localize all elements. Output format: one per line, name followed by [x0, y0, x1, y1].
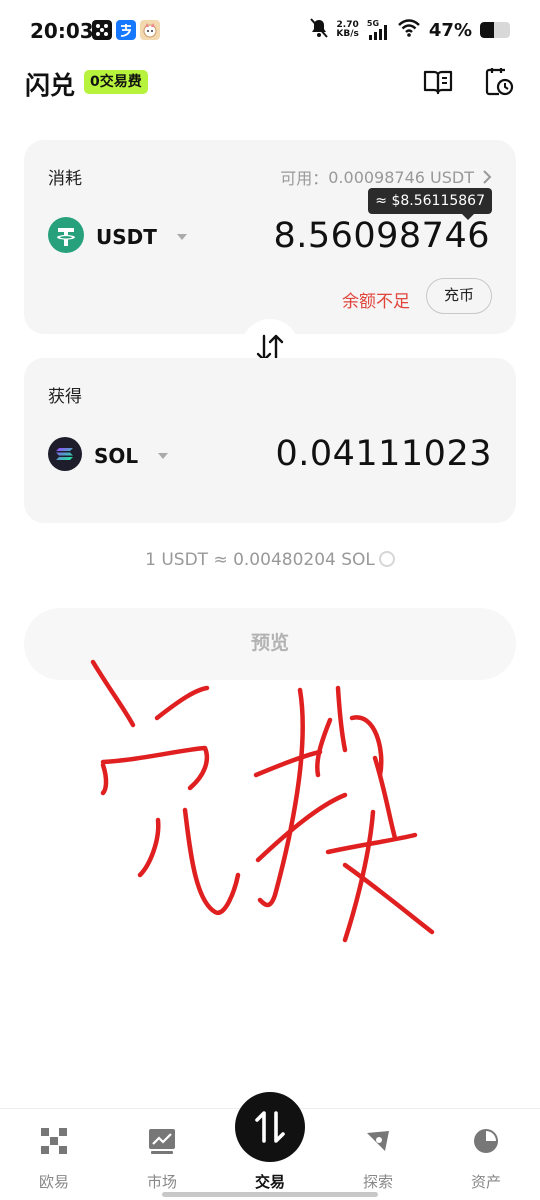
nav-label-assets: 资产: [470, 1173, 501, 1191]
pay-label: 消耗: [48, 169, 82, 189]
chevron-right-icon: [483, 170, 492, 184]
assets-pie-icon: [474, 1129, 498, 1153]
exchange-rate-text: 1 USDT ≈ 0.00480204 SOL: [145, 550, 375, 570]
receive-token-name: SOL: [94, 444, 139, 468]
pay-amount-input[interactable]: 8.56098746: [273, 216, 490, 256]
handwritten-annotation: [90, 659, 435, 943]
available-label: 可用：: [280, 169, 329, 188]
nav-label-okx: 欧易: [38, 1173, 69, 1191]
receive-label: 获得: [48, 387, 82, 407]
receive-card: 获得 SOL 0.04111023: [24, 358, 516, 523]
alipay-icon: [116, 20, 136, 40]
pay-token-selector[interactable]: USDT: [48, 217, 187, 257]
network-speed: 2.70 KB/s: [336, 20, 359, 39]
status-bar: 20:03 2.70 KB/s 5G 47%: [0, 0, 540, 60]
trade-swap-icon: [255, 1111, 285, 1143]
available-balance[interactable]: 可用： 0.00098746 USDT: [280, 165, 492, 189]
okx-logo-icon: [41, 1128, 67, 1154]
pay-token-name: USDT: [96, 225, 157, 249]
wifi-icon: [397, 18, 421, 42]
nav-item-okx[interactable]: 欧易: [0, 1109, 108, 1200]
cat-app-icon: [140, 20, 160, 40]
market-chart-icon: [149, 1129, 175, 1154]
nav-label-trade: 交易: [254, 1173, 285, 1191]
exchange-rate: 1 USDT ≈ 0.00480204 SOL: [0, 550, 540, 570]
history-icon[interactable]: [483, 66, 515, 98]
mute-icon: [310, 18, 329, 42]
nav-label-market: 市场: [146, 1173, 177, 1191]
nav-label-explore: 探索: [362, 1173, 393, 1191]
status-time: 20:03: [30, 19, 94, 43]
tether-icon: [48, 217, 84, 257]
pay-card: 消耗 可用： 0.00098746 USDT USDT ≈ $8.5611586…: [24, 140, 516, 334]
nav-item-market[interactable]: 市场: [108, 1109, 216, 1200]
page-title: 闪兑: [25, 71, 76, 100]
app-dice-icon: [92, 20, 112, 40]
guide-book-icon[interactable]: [422, 66, 454, 98]
trade-center-button[interactable]: [235, 1092, 305, 1162]
signal-icon: 5G: [367, 19, 389, 41]
caret-down-icon: [176, 234, 187, 240]
topup-button[interactable]: 充币: [426, 278, 492, 314]
solana-icon: [48, 437, 82, 475]
insufficient-balance-text: 余额不足: [342, 292, 410, 312]
receive-amount: 0.04111023: [275, 434, 492, 474]
battery-icon: [480, 22, 510, 38]
explore-compass-icon: [367, 1131, 389, 1151]
page-header: 闪兑 0交易费: [0, 62, 540, 106]
usd-value-tooltip: ≈ $8.56115867: [368, 188, 492, 220]
available-value: 0.00098746 USDT: [328, 167, 474, 187]
fee-badge: 0交易费: [84, 70, 148, 94]
home-indicator[interactable]: [162, 1192, 378, 1197]
nav-item-assets[interactable]: 资产: [432, 1109, 540, 1200]
battery-percent: 47%: [428, 19, 472, 41]
refresh-countdown-icon: [378, 551, 395, 567]
caret-down-icon: [158, 453, 169, 459]
nav-item-explore[interactable]: 探索: [324, 1109, 432, 1200]
receive-token-selector[interactable]: SOL: [48, 437, 169, 475]
